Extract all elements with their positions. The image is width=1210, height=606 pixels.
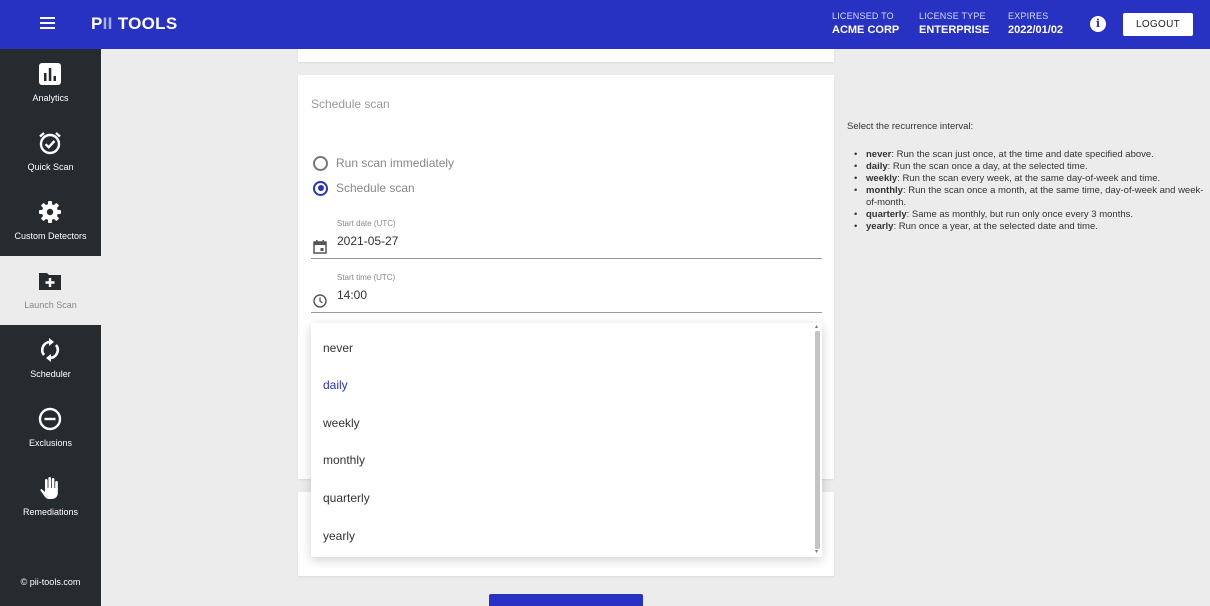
help-item-monthly: monthly: Run the scan once a month, at t… xyxy=(847,185,1207,209)
recurrence-option-monthly[interactable]: monthly xyxy=(323,453,365,467)
help-item-weekly: weekly: Run the scan every week, at the … xyxy=(847,173,1207,185)
help-item-never: never: Run the scan just once, at the ti… xyxy=(847,149,1207,161)
folder-plus-icon xyxy=(39,273,61,290)
sidebar-item-label: Quick Scan xyxy=(27,162,74,172)
sidebar: Analytics Quick Scan Custom Detectors La… xyxy=(0,49,101,606)
submit-button[interactable] xyxy=(489,594,643,606)
sidebar-item-exclusions[interactable]: Exclusions xyxy=(0,394,101,463)
start-date-value[interactable]: 2021-05-27 xyxy=(337,234,398,248)
hand-icon xyxy=(40,477,58,499)
top-bar: PII TOOLS LICENSED TO ACME CORP LICENSE … xyxy=(0,0,1210,49)
minus-circle-icon xyxy=(38,407,62,431)
recurrence-option-weekly[interactable]: weekly xyxy=(323,416,360,430)
sidebar-item-scheduler[interactable]: Scheduler xyxy=(0,325,101,394)
app-logo: PII TOOLS xyxy=(91,14,178,33)
previous-card xyxy=(298,49,834,62)
help-list: never: Run the scan just once, at the ti… xyxy=(847,149,1207,233)
licensed-to: LICENSED TO ACME CORP xyxy=(832,11,899,36)
scrollbar-thumb[interactable] xyxy=(815,331,820,549)
sync-icon xyxy=(41,338,59,362)
expires-value: 2022/01/02 xyxy=(1008,24,1064,36)
alarm-check-icon xyxy=(39,132,61,155)
calendar-icon xyxy=(313,240,327,254)
dropdown-scrollbar[interactable]: ▴ ▾ xyxy=(813,323,822,557)
help-item-quarterly: quarterly: Same as monthly, but run only… xyxy=(847,209,1207,221)
recurrence-option-never[interactable]: never xyxy=(323,341,353,355)
expires-label: EXPIRES xyxy=(1008,11,1049,21)
sidebar-item-label: Custom Detectors xyxy=(14,231,87,241)
radio-unchecked-icon xyxy=(313,155,328,171)
sidebar-item-label: Scheduler xyxy=(30,369,71,379)
sidebar-item-label: Exclusions xyxy=(28,438,73,448)
recurrence-dropdown-menu: never daily weekly monthly quarterly yea… xyxy=(311,323,822,557)
start-date-field[interactable]: Start date (UTC) 2021-05-27 xyxy=(311,219,822,259)
clock-icon xyxy=(313,294,327,308)
recurrence-option-daily[interactable]: daily xyxy=(323,378,348,392)
recurrence-option-quarterly[interactable]: quarterly xyxy=(323,491,370,505)
license-type: LICENSE TYPE ENTERPRISE xyxy=(919,11,989,36)
help-intro: Select the recurrence interval: xyxy=(847,121,974,132)
gear-icon xyxy=(39,201,61,223)
sidebar-item-label: Analytics xyxy=(32,93,69,103)
recurrence-help: Select the recurrence interval: never: R… xyxy=(847,121,1207,233)
radio-checked-icon xyxy=(313,180,328,196)
radio-run-immediately[interactable]: Run scan immediately xyxy=(313,154,454,172)
expires: EXPIRES 2022/01/02 xyxy=(1008,11,1063,36)
radio-schedule-scan[interactable]: Schedule scan xyxy=(313,179,415,197)
info-icon[interactable]: i xyxy=(1090,16,1106,32)
sidebar-item-quick-scan[interactable]: Quick Scan xyxy=(0,118,101,187)
help-item-yearly: yearly: Run once a year, at the selected… xyxy=(847,221,1207,233)
start-time-value[interactable]: 14:00 xyxy=(337,288,367,302)
sidebar-item-label: Launch Scan xyxy=(24,300,77,310)
licensed-to-value: ACME CORP xyxy=(832,24,900,36)
hamburger-menu-icon[interactable] xyxy=(40,17,55,29)
sidebar-item-remediations[interactable]: Remediations xyxy=(0,463,101,532)
start-time-label: Start time (UTC) xyxy=(337,273,396,282)
sidebar-item-custom-detectors[interactable]: Custom Detectors xyxy=(0,187,101,256)
license-type-label: LICENSE TYPE xyxy=(919,11,986,21)
start-time-field[interactable]: Start time (UTC) 14:00 xyxy=(311,273,822,313)
radio-label: Run scan immediately xyxy=(336,156,455,170)
recurrence-option-yearly[interactable]: yearly xyxy=(323,529,355,543)
sidebar-item-analytics[interactable]: Analytics xyxy=(0,49,101,118)
scroll-up-icon[interactable]: ▴ xyxy=(815,323,818,330)
logout-button[interactable]: LOGOUT xyxy=(1123,13,1193,36)
scroll-down-icon[interactable]: ▾ xyxy=(815,548,818,555)
license-type-value: ENTERPRISE xyxy=(919,24,990,36)
card-title: Schedule scan xyxy=(311,97,390,111)
radio-label: Schedule scan xyxy=(336,181,415,195)
bar-chart-icon xyxy=(39,63,61,85)
sidebar-item-launch-scan[interactable]: Launch Scan xyxy=(0,256,101,325)
copyright-text: © pii-tools.com xyxy=(20,577,81,587)
start-date-label: Start date (UTC) xyxy=(337,219,396,228)
licensed-to-label: LICENSED TO xyxy=(832,11,894,21)
help-item-daily: daily: Run the scan once a day, at the s… xyxy=(847,161,1207,173)
sidebar-item-label: Remediations xyxy=(22,507,79,517)
